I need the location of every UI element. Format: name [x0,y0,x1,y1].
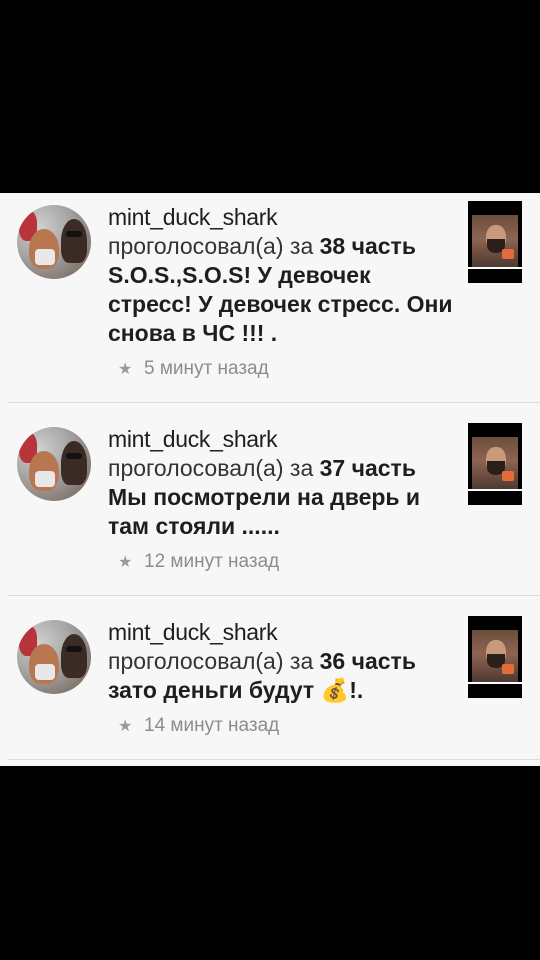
timestamp-row: ★ 14 минут назад [118,715,279,737]
part-label[interactable]: 36 часть [320,648,416,674]
timestamp: 12 минут назад [144,551,280,572]
story-thumbnail[interactable] [468,201,522,283]
action-text: проголосовал(а) за [108,233,314,259]
action-text: проголосовал(а) за [108,648,314,674]
activity-text: mint_duck_shark проголосовал(а) за 38 ча… [108,203,458,348]
username[interactable]: mint_duck_shark [108,618,458,647]
activity-text: mint_duck_shark проголосовал(а) за 36 ча… [108,618,458,705]
avatar[interactable] [17,205,91,279]
star-icon: ★ [118,718,133,735]
star-icon: ★ [118,361,133,378]
part-label[interactable]: 38 часть [320,233,416,259]
timestamp: 5 минут назад [144,358,269,379]
star-icon: ★ [118,554,133,571]
story-thumbnail[interactable] [468,616,522,698]
activity-text: mint_duck_shark проголосовал(а) за 37 ча… [108,425,458,541]
divider [8,595,540,596]
username[interactable]: mint_duck_shark [108,203,458,232]
username[interactable]: mint_duck_shark [108,425,458,454]
part-title[interactable]: S.O.S.,S.O.S! У девочек стресс! У девоче… [108,262,453,346]
story-thumbnail[interactable] [468,423,522,505]
timestamp-row: ★ 5 минут назад [118,358,269,380]
avatar[interactable] [17,620,91,694]
divider [8,759,540,760]
avatar[interactable] [17,427,91,501]
action-text: проголосовал(а) за [108,455,314,481]
timestamp: 14 минут назад [144,715,280,736]
divider [8,402,540,403]
part-label[interactable]: 37 часть [320,455,416,481]
activity-feed: mint_duck_shark проголосовал(а) за 38 ча… [0,193,540,766]
money-bag-icon: 💰 [320,677,350,703]
part-title[interactable]: зато деньги будут 💰!. [108,677,363,703]
part-title[interactable]: Мы посмотрели на дверь и там стояли ....… [108,484,420,539]
timestamp-row: ★ 12 минут назад [118,551,279,573]
